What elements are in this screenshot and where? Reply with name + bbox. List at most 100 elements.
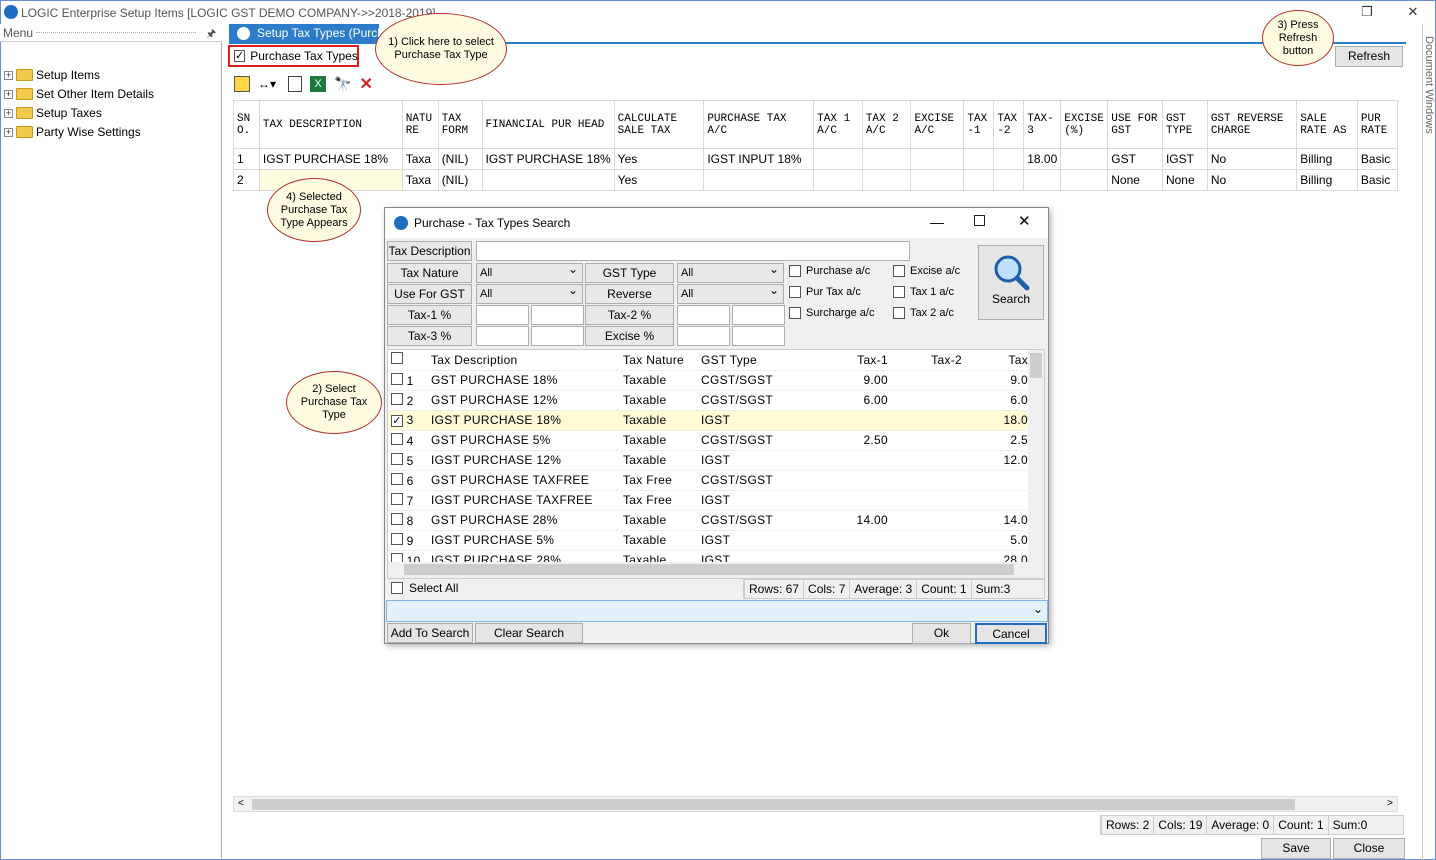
row-select-cell[interactable]: 8 <box>388 510 428 531</box>
table-cell[interactable]: None <box>1161 169 1208 191</box>
results-cell[interactable] <box>891 530 965 551</box>
column-header[interactable]: GST REVERSE CHARGE <box>1206 100 1298 149</box>
tax1-ac-check[interactable]: Tax 1 a/c <box>893 286 954 298</box>
table-cell[interactable]: No <box>1206 169 1298 191</box>
binoculars-icon[interactable]: 🔭 <box>334 76 351 93</box>
results-cell[interactable]: 14.00 <box>813 510 891 531</box>
results-cell[interactable] <box>813 450 891 471</box>
results-cell[interactable] <box>891 490 965 511</box>
table-row[interactable]: 2 Taxa (NIL) Yes None None No Billing Basic <box>233 169 1398 191</box>
results-cell[interactable]: GST PURCHASE 28% <box>428 510 620 531</box>
column-header[interactable]: EXCISE (%) <box>1060 100 1109 149</box>
results-cell[interactable]: IGST <box>698 410 813 431</box>
results-column-header[interactable]: Tax Description <box>428 350 620 371</box>
results-cell[interactable]: Taxable <box>620 430 698 451</box>
close-icon[interactable]: ✕ <box>1401 3 1425 21</box>
row-checkbox[interactable] <box>391 372 403 385</box>
table-cell[interactable] <box>993 148 1025 170</box>
column-header[interactable]: TAX -2 <box>993 100 1025 149</box>
results-column-header[interactable]: Tax-2 <box>891 350 965 371</box>
results-cell[interactable]: IGST PURCHASE 5% <box>428 530 620 551</box>
row-checkbox[interactable] <box>391 452 403 465</box>
results-cell[interactable]: 6.0 <box>965 390 1031 411</box>
scrollbar-thumb[interactable] <box>1030 353 1042 378</box>
tab-setup-tax-types[interactable]: Setup Tax Types (Purchase) <box>229 24 379 43</box>
dialog-close-icon[interactable]: ✕ <box>1018 212 1031 230</box>
select-all-check[interactable]: Select All <box>391 581 458 595</box>
table-cell[interactable] <box>963 148 995 170</box>
scroll-right-icon[interactable]: > <box>1387 798 1393 809</box>
row-select-cell[interactable]: 6 <box>388 470 428 491</box>
tree-item-setup-taxes[interactable]: + Setup Taxes <box>4 104 102 122</box>
results-row[interactable]: 9 IGST PURCHASE 5% Taxable IGST 5.0 <box>388 530 1031 551</box>
table-cell[interactable] <box>910 148 965 170</box>
results-cell[interactable] <box>891 390 965 411</box>
row-checkbox[interactable]: ✓ <box>391 415 403 427</box>
results-cell[interactable]: IGST PURCHASE TAXFREE <box>428 490 620 511</box>
row-checkbox[interactable] <box>391 492 403 505</box>
row-checkbox[interactable] <box>391 432 403 445</box>
results-row[interactable]: 8 GST PURCHASE 28% Taxable CGST/SGST 14.00 14… <box>388 510 1031 531</box>
results-cell[interactable]: IGST <box>698 450 813 471</box>
results-cell[interactable] <box>813 410 891 431</box>
results-cell[interactable]: Taxable <box>620 390 698 411</box>
row-select-cell[interactable]: 2 <box>388 390 428 411</box>
results-horizontal-scrollbar[interactable] <box>388 562 1044 578</box>
save-layout-icon[interactable] <box>234 76 250 92</box>
table-cell[interactable] <box>1023 169 1062 191</box>
refresh-button[interactable]: Refresh <box>1335 46 1403 67</box>
table-row[interactable]: 1 IGST PURCHASE 18% Taxa (NIL) IGST PURCHASE… <box>233 148 1398 170</box>
results-row[interactable]: 5 IGST PURCHASE 12% Taxable IGST 12.0 <box>388 450 1031 471</box>
results-cell[interactable]: 12.0 <box>965 450 1031 471</box>
results-cell[interactable]: CGST/SGST <box>698 430 813 451</box>
table-cell[interactable]: No <box>1206 148 1298 170</box>
results-cell[interactable] <box>891 410 965 431</box>
copy-icon[interactable] <box>288 76 302 92</box>
column-header[interactable]: SN O. <box>233 100 260 149</box>
results-cell[interactable]: IGST <box>698 530 813 551</box>
results-cell[interactable]: IGST <box>698 490 813 511</box>
ok-button[interactable]: Ok <box>912 623 971 644</box>
table-cell[interactable]: Taxa <box>401 148 439 170</box>
results-cell[interactable]: Tax Free <box>620 490 698 511</box>
results-row[interactable]: 2 GST PURCHASE 12% Taxable CGST/SGST 6.00 6.0 <box>388 390 1031 411</box>
results-cell[interactable] <box>813 530 891 551</box>
column-header[interactable]: TAX 1 A/C <box>813 100 863 149</box>
results-cell[interactable]: 5.0 <box>965 530 1031 551</box>
results-column-header[interactable]: Tax Nature <box>620 350 698 371</box>
table-cell[interactable]: 1 <box>233 148 260 170</box>
excise-from-input[interactable] <box>677 326 730 346</box>
results-cell[interactable]: Tax Free <box>620 470 698 491</box>
table-cell[interactable] <box>910 169 965 191</box>
expand-icon[interactable]: + <box>4 70 13 80</box>
results-cell[interactable]: 9.0 <box>965 370 1031 391</box>
tax3-to-input[interactable] <box>531 326 584 346</box>
column-header[interactable]: SALE RATE AS <box>1296 100 1358 149</box>
table-cell[interactable] <box>1060 169 1109 191</box>
results-cell[interactable] <box>891 450 965 471</box>
results-cell[interactable]: CGST/SGST <box>698 470 813 491</box>
table-cell[interactable]: Yes <box>613 148 705 170</box>
results-cell[interactable] <box>965 470 1031 491</box>
table-cell[interactable]: IGST PURCHASE 18% <box>481 148 615 170</box>
table-cell[interactable] <box>481 169 615 191</box>
table-cell[interactable]: IGST INPUT 18% <box>703 148 815 170</box>
table-cell[interactable]: 2 <box>233 169 260 191</box>
results-column-header[interactable]: GST Type <box>698 350 813 371</box>
tax-nature-select[interactable]: All <box>476 262 583 283</box>
excise-to-input[interactable] <box>732 326 785 346</box>
row-select-cell[interactable]: ✓ 3 <box>388 410 428 431</box>
results-vertical-scrollbar[interactable] <box>1028 350 1044 563</box>
tax2-from-input[interactable] <box>677 305 730 325</box>
tree-item-party-wise-settings[interactable]: + Party Wise Settings <box>4 123 141 141</box>
minimize-icon[interactable]: — <box>930 214 944 230</box>
results-cell[interactable]: Taxable <box>620 370 698 391</box>
column-header[interactable]: TAX DESCRIPTION <box>258 100 403 149</box>
table-cell[interactable]: Basic <box>1356 148 1398 170</box>
header-check-cell[interactable] <box>388 350 428 371</box>
results-cell[interactable] <box>813 470 891 491</box>
surcharge-ac-check[interactable]: Surcharge a/c <box>789 307 874 319</box>
scrollbar-thumb[interactable] <box>252 799 1295 810</box>
scrollbar-thumb[interactable] <box>404 564 1014 575</box>
table-cell[interactable]: (NIL) <box>437 169 483 191</box>
